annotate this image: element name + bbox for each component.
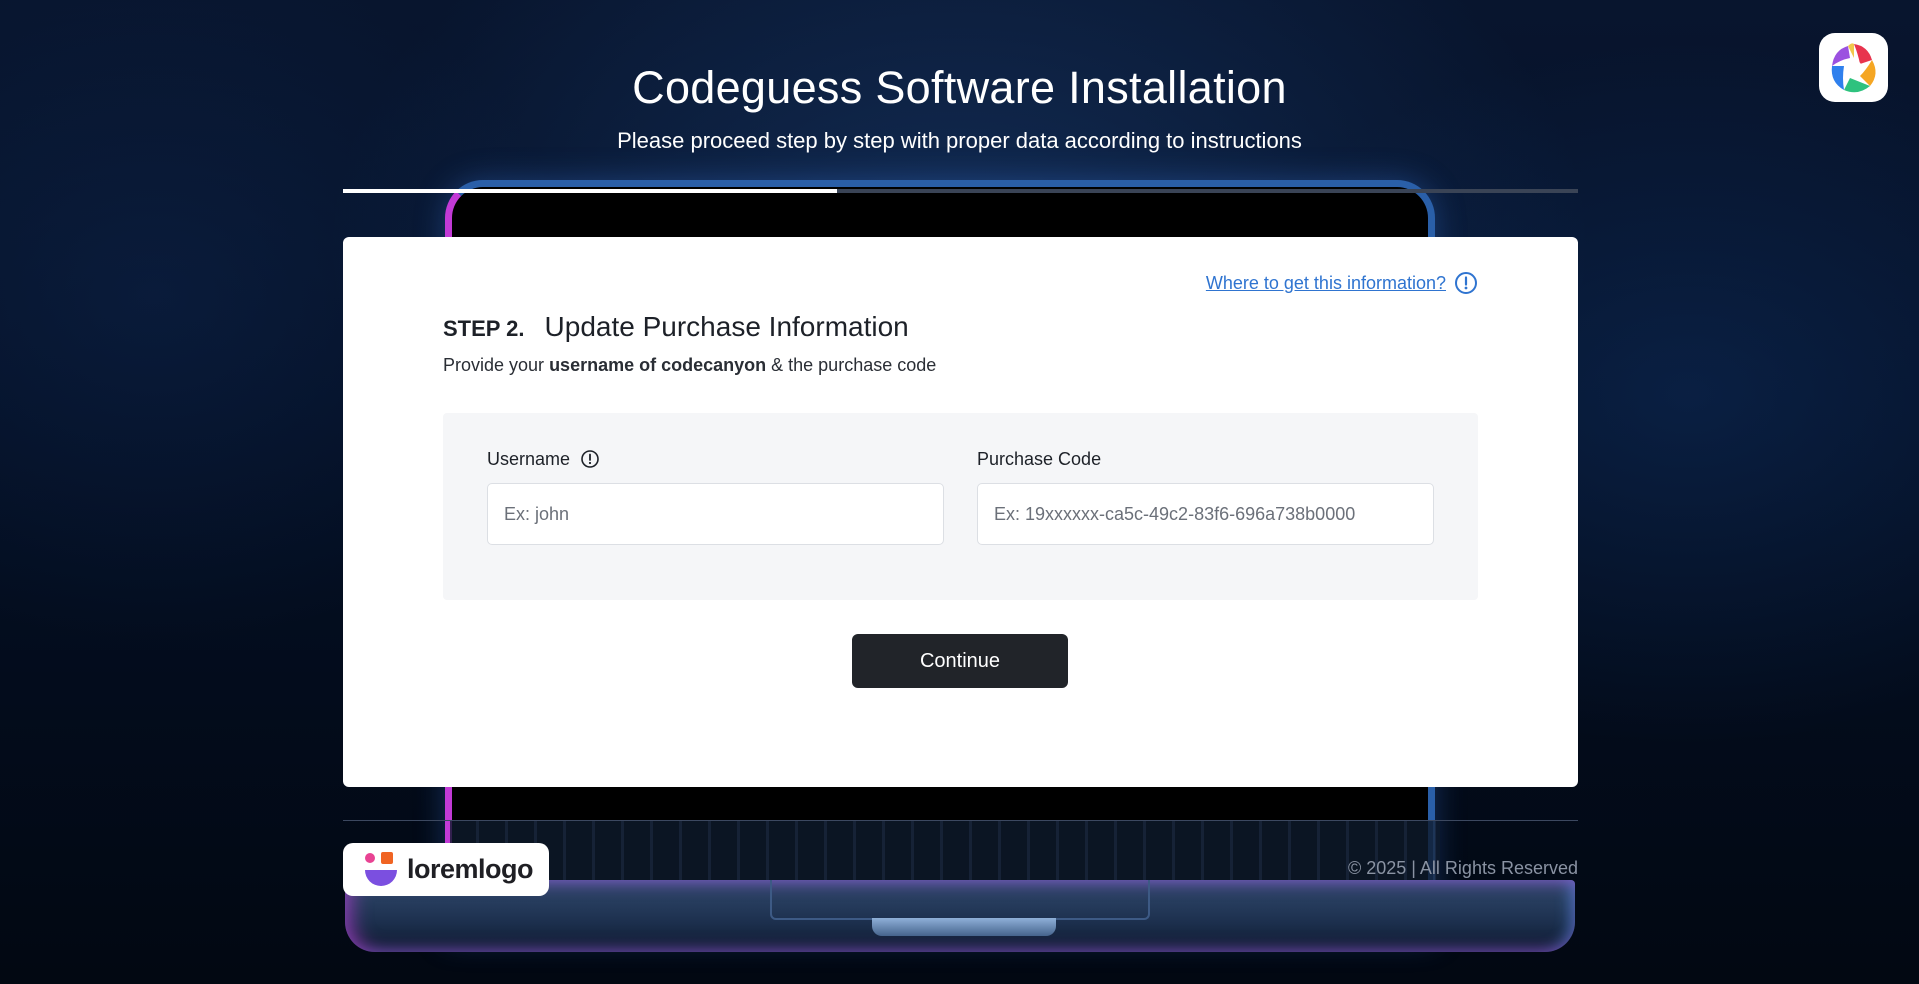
purchase-code-input[interactable]	[977, 483, 1434, 545]
purchase-form: Username Purchase Code	[443, 413, 1478, 600]
laptop-notch-image	[872, 918, 1056, 936]
laptop-trackpad-image	[770, 880, 1150, 920]
info-circle-icon[interactable]	[580, 449, 600, 469]
laptop-keyboard-image	[450, 820, 1440, 880]
page-header: Codeguess Software Installation Please p…	[0, 62, 1919, 154]
help-link[interactable]: Where to get this information?	[1206, 271, 1478, 295]
username-field-group: Username	[487, 447, 944, 545]
page-subtitle: Please proceed step by step with proper …	[617, 128, 1302, 153]
step-description-suffix: & the purchase code	[766, 355, 937, 375]
step-number: STEP 2.	[443, 316, 525, 341]
step-heading: STEP 2. Update Purchase Information	[443, 311, 909, 343]
footer-logo: loremlogo	[343, 843, 549, 896]
username-label-text: Username	[487, 448, 571, 469]
installation-progress-bar	[343, 189, 1578, 193]
info-circle-icon	[1455, 272, 1477, 294]
progress-fill	[343, 189, 837, 193]
username-label: Username	[487, 447, 944, 471]
username-input[interactable]	[487, 483, 944, 545]
loremlogo-mark-icon	[365, 851, 397, 886]
copyright-text: © 2025 | All Rights Reserved	[1347, 858, 1578, 878]
footer-divider	[343, 820, 1578, 821]
logo-text: loremlogo	[407, 854, 534, 884]
step-title: Update Purchase Information	[544, 311, 909, 342]
help-link-label: Where to get this information?	[1205, 272, 1446, 293]
page-title: Codeguess Software Installation	[632, 62, 1287, 113]
step-description: Provide your username of codecanyon & th…	[443, 355, 936, 376]
step-card: Where to get this information? STEP 2. U…	[343, 237, 1578, 787]
purchase-code-label-text: Purchase Code	[977, 448, 1102, 469]
purchase-code-field-group: Purchase Code	[977, 447, 1434, 545]
purchase-code-label: Purchase Code	[977, 447, 1434, 471]
step-description-emphasis: username of codecanyon	[549, 355, 767, 375]
step-description-prefix: Provide your	[443, 355, 550, 375]
continue-button[interactable]: Continue	[852, 634, 1068, 688]
